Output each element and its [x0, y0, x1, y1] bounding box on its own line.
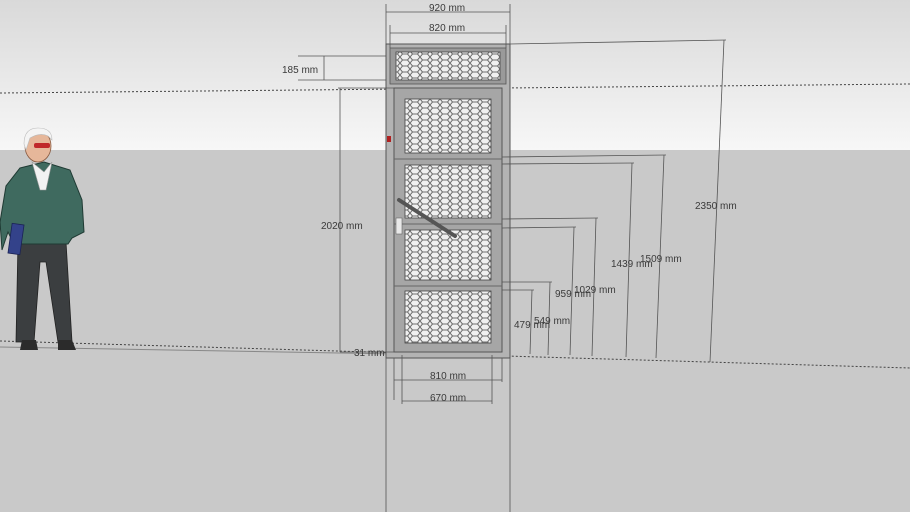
hinge-marker [387, 136, 391, 142]
mesh-panel-door[interactable] [385, 43, 511, 359]
door-mesh-panel [404, 229, 492, 281]
dim-label-820: 820 mm [429, 23, 465, 34]
lock-icon [395, 217, 403, 235]
door-model-scene[interactable]: 920 mm 820 mm 185 mm 2020 mm 2350 mm 150… [0, 0, 910, 512]
dim-label-920: 920 mm [429, 3, 465, 14]
dim-label-185: 185 mm [282, 65, 318, 76]
dim-label-31: 31 mm [354, 348, 385, 359]
dim-label-810: 810 mm [430, 371, 466, 382]
dim-label-959: 959 mm [555, 289, 591, 300]
sketchup-viewport[interactable]: 920 mm 820 mm 185 mm 2020 mm 2350 mm 150… [0, 0, 910, 512]
dim-label-1439: 1439 mm [611, 259, 653, 270]
person-sunglasses [34, 143, 50, 148]
person-shoe-left [20, 340, 38, 350]
dim-label-479: 479 mm [514, 320, 550, 331]
dim-label-2350: 2350 mm [695, 201, 737, 212]
door-mesh-panel [404, 290, 492, 344]
transom-mesh [395, 51, 501, 81]
dim-label-670: 670 mm [430, 393, 466, 404]
dim-label-2020: 2020 mm [321, 221, 363, 232]
door-mesh-panel [404, 98, 492, 154]
